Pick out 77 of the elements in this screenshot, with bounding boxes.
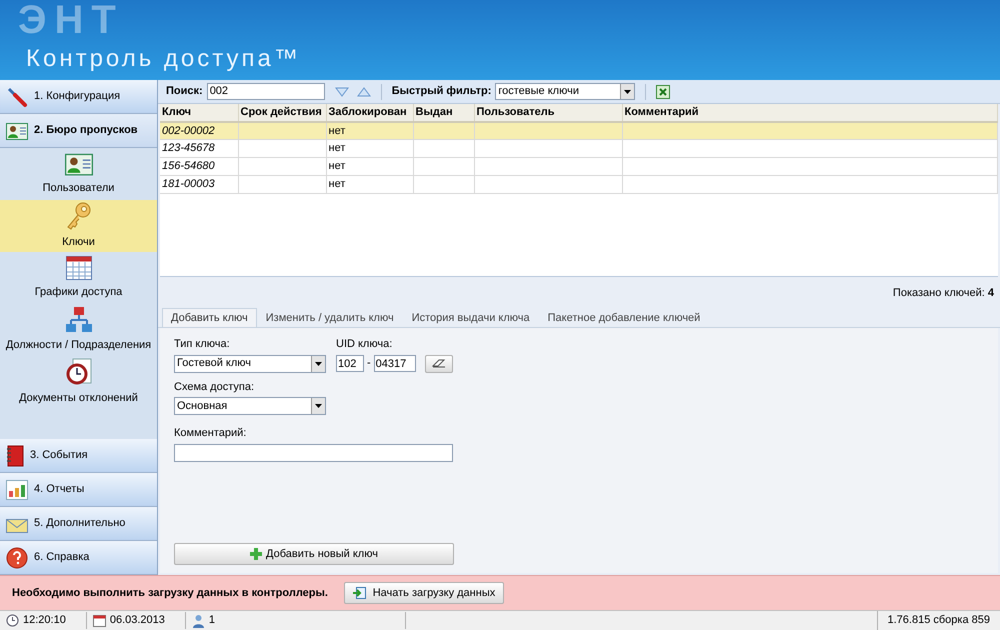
down-arrow-icon[interactable] — [334, 86, 349, 96]
app-title: Контроль доступа™ — [26, 44, 301, 74]
sidebar-item[interactable]: Графики доступа — [0, 252, 157, 304]
plus-icon — [250, 548, 262, 560]
column-header[interactable]: Срок действия — [238, 104, 326, 122]
alert-message: Необходимо выполнить загрузку данных в контроллеры. — [12, 586, 328, 601]
hierarchy-icon — [64, 306, 92, 334]
eraser-icon — [432, 359, 446, 368]
tab[interactable]: Пакетное добавление ключей — [538, 310, 710, 327]
sidebar-section[interactable]: 2. Бюро пропусков — [0, 114, 157, 148]
sidebar-section[interactable]: 5. Дополнительно — [0, 507, 157, 541]
sidebar-section[interactable]: 1. Конфигурация — [0, 80, 157, 114]
upload-icon — [352, 586, 367, 600]
key-type-dropdown[interactable]: Гостевой ключ — [174, 354, 326, 372]
clear-button[interactable] — [424, 354, 453, 372]
sidebar-section[interactable]: 4. Отчеты — [0, 473, 157, 507]
sidebar-item[interactable]: Пользователи — [0, 148, 157, 200]
table-cell: нет — [328, 142, 346, 154]
field-label: Схема доступа: — [174, 380, 256, 394]
notebook-icon — [6, 444, 24, 466]
status-time: 12:20:10 — [23, 613, 67, 628]
id-card-icon — [64, 151, 92, 178]
comment-field[interactable] — [174, 444, 453, 462]
column-header[interactable]: Пользователь — [474, 104, 622, 122]
caret-icon — [315, 362, 322, 366]
table-cell: нет — [328, 160, 346, 172]
calendar-icon — [64, 255, 92, 282]
field-label: Комментарий: — [174, 426, 248, 441]
search-field[interactable]: 002 — [206, 83, 325, 100]
access-scheme-dropdown[interactable]: Основная — [174, 397, 326, 415]
tab[interactable]: Добавить ключ — [162, 308, 257, 327]
table-row[interactable]: 181-00003 нет — [160, 176, 998, 194]
id-card-icon — [6, 120, 28, 140]
help-icon — [6, 546, 28, 568]
column-header[interactable]: Заблокирован — [326, 104, 413, 122]
filter-label: Быстрый фильтр: — [392, 84, 492, 100]
uid-field[interactable]: 102 — [336, 355, 364, 372]
start-upload-button[interactable]: Начать загрузку данных — [344, 582, 504, 604]
caret-icon — [315, 404, 322, 408]
sidebar-item[interactable]: Должности / Подразделения — [0, 304, 157, 356]
field-label: UID ключа: — [336, 337, 394, 352]
table-cell: 181-00003 — [162, 178, 215, 190]
table-cell: 156-54680 — [162, 160, 215, 172]
column-header[interactable]: Ключ — [160, 104, 238, 122]
tab[interactable]: Изменить / удалить ключ — [256, 310, 403, 327]
table-cell: нет — [328, 178, 346, 190]
tab[interactable]: История выдачи ключа — [402, 310, 539, 327]
sidebar-section[interactable]: 6. Справка — [0, 541, 157, 575]
up-arrow-icon[interactable] — [356, 86, 371, 96]
table-cell: 002-00002 — [162, 124, 215, 136]
column-header[interactable]: Выдан — [413, 104, 474, 122]
search-label: Поиск: — [166, 84, 203, 100]
sidebar-item[interactable]: Документы отклонений — [0, 356, 157, 408]
field-label: Тип ключа: — [174, 337, 231, 352]
add-key-button[interactable]: Добавить новый ключ — [174, 543, 454, 565]
column-header[interactable]: Комментарий — [622, 104, 998, 122]
table-cell: нет — [328, 124, 346, 136]
caret-icon — [624, 90, 632, 94]
uid-separator: - — [367, 356, 371, 372]
key-icon — [64, 201, 92, 232]
calendar-icon — [92, 614, 106, 627]
shown-count: Показано ключей: 4 — [892, 286, 994, 301]
table-row[interactable]: 156-54680 нет — [160, 158, 998, 176]
alarm-clock-icon — [64, 357, 92, 388]
clock-icon — [6, 614, 19, 627]
sidebar-item[interactable]: Ключи — [0, 200, 157, 252]
bar-chart-icon — [6, 480, 28, 500]
user-icon — [192, 614, 205, 628]
table-row[interactable]: 123-45678 нет — [160, 140, 998, 158]
sidebar-section[interactable]: 3. События — [0, 439, 157, 473]
filter-dropdown[interactable]: гостевые ключи — [495, 83, 636, 100]
status-users: 1 — [208, 613, 216, 628]
table-cell: 123-45678 — [162, 142, 215, 154]
uid-field[interactable]: 04317 — [374, 355, 416, 372]
status-version: 1.76.815 сборка 859 — [886, 613, 991, 628]
status-date: 06.03.2013 — [110, 613, 166, 628]
logo-mark: ЭНТ — [18, 0, 124, 40]
